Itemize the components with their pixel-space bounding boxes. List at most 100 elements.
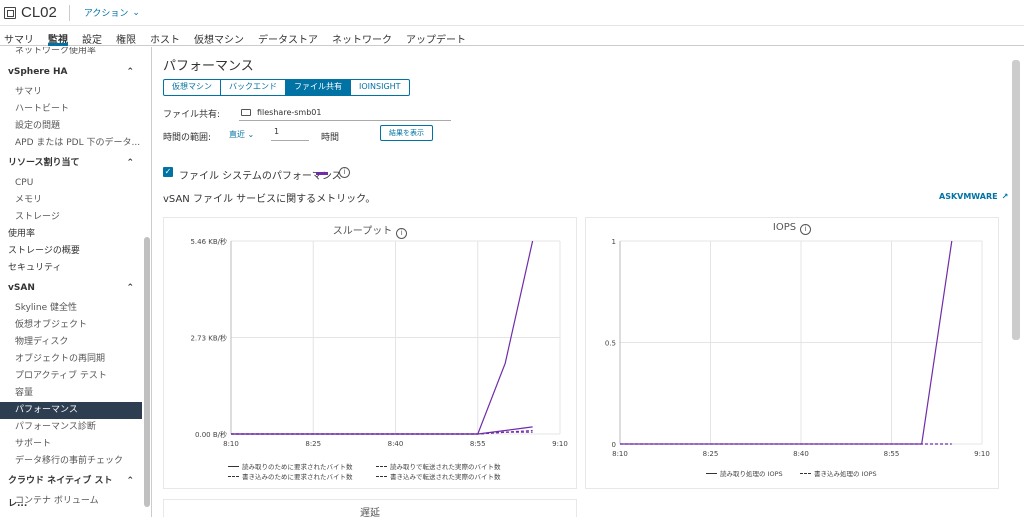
legend-label: 書き込みのために要求されたバイト数	[242, 473, 353, 481]
chevron-up-icon: ⌃	[126, 283, 134, 293]
page-object-title: CL02	[21, 4, 57, 21]
sidebar-item-skyline-health[interactable]: Skyline 健全性	[0, 300, 142, 317]
sidebar-item-ha-summary[interactable]: サマリ	[0, 84, 142, 101]
chevron-up-icon: ⌃	[126, 476, 134, 486]
sidebar-item-container-volumes[interactable]: コンテナ ボリューム	[0, 493, 142, 510]
sidebar-item-config-issues[interactable]: 設定の問題	[0, 118, 142, 135]
actions-label: アクション	[83, 9, 129, 19]
legend-item: 読み取りのために要求されたバイト数	[228, 461, 353, 471]
chevron-down-icon: ⌄	[247, 130, 255, 139]
y-tick-label: 0.00 B/秒	[195, 430, 227, 439]
sidebar-item-memory[interactable]: メモリ	[0, 192, 142, 209]
sidebar-item-performance-diagnostics[interactable]: パフォーマンス診断	[0, 419, 142, 436]
folder-icon	[241, 109, 251, 116]
legend-item: 読み取り処理の IOPS	[706, 468, 783, 478]
sidebar-item-performance[interactable]: パフォーマンス	[0, 402, 142, 419]
sidebar-group-label: vSphere HA	[8, 67, 68, 77]
sidebar-item-support[interactable]: サポート	[0, 436, 142, 453]
sidebar-group-vsan[interactable]: vSAN ⌃	[0, 277, 142, 300]
throughput-panel: スループット i 0.00 B/秒 2.73 KB/秒 5.46 KB/秒 8:10 8:…	[163, 217, 577, 489]
segment-backend[interactable]: バックエンド	[221, 80, 286, 95]
x-tick-label: 9:10	[552, 440, 568, 448]
page-title: パフォーマンス	[163, 59, 254, 74]
sidebar-group-vsphere-ha[interactable]: vSphere HA ⌃	[0, 61, 142, 84]
header-bar: CL02 アクション ⌄	[0, 0, 1024, 26]
sidebar-item-apd-pdl[interactable]: APD または PDL 下のデータ...	[0, 135, 142, 152]
tab-updates[interactable]: アップデート	[399, 26, 473, 46]
sidebar-scrollbar[interactable]	[144, 237, 150, 507]
time-range-unit: 時間	[321, 133, 340, 143]
info-icon[interactable]: i	[339, 167, 350, 178]
tab-datastores[interactable]: データストア	[251, 26, 325, 46]
sidebar-group-resources[interactable]: リソース割り当て ⌃	[0, 152, 142, 175]
legend-label: 読み取りのために要求されたバイト数	[242, 463, 353, 471]
segment-file-share[interactable]: ファイル共有	[286, 80, 351, 95]
time-range-dropdown[interactable]: 直近 ⌄	[229, 129, 254, 140]
external-link-icon: ↗	[1001, 192, 1009, 201]
legend-swatch-dashed	[376, 475, 387, 477]
fs-performance-checkbox[interactable]: ✓	[163, 167, 173, 177]
iops-chart: 0 0.5 1 8:10 8:25 8:40 8:55 9:10	[605, 238, 990, 458]
tab-permissions[interactable]: 権限	[109, 26, 143, 46]
y-tick-label: 2.73 KB/秒	[190, 334, 227, 343]
legend-item: 書き込みで転送された実際のバイト数	[376, 471, 501, 481]
x-tick-label: 8:55	[884, 450, 900, 458]
description-text: vSAN ファイル サービスに関するメトリック。	[163, 194, 376, 205]
x-tick-label: 9:10	[974, 450, 990, 458]
chevron-up-icon: ⌃	[126, 67, 134, 77]
tab-configure[interactable]: 設定	[75, 26, 109, 46]
legend-label: 書き込み処理の IOPS	[814, 470, 877, 478]
y-tick-label: 0	[612, 441, 616, 449]
legend-item: 書き込みのために要求されたバイト数	[228, 471, 353, 481]
throughput-chart: 0.00 B/秒 2.73 KB/秒 5.46 KB/秒 8:10 8:25 8:40 8:…	[190, 237, 568, 448]
legend-swatch-solid	[228, 465, 239, 467]
askvmware-label: ASKVMWARE	[939, 192, 998, 201]
sidebar-item-data-migration-precheck[interactable]: データ移行の事前チェック	[0, 453, 142, 470]
chevron-up-icon: ⌃	[126, 158, 134, 168]
main-content: パフォーマンス 仮想マシン バックエンド ファイル共有 IOINSIGHT ファ…	[153, 47, 1013, 517]
legend-label: 書き込みで転送された実際のバイト数	[390, 473, 501, 481]
actions-menu-button[interactable]: アクション ⌄	[83, 6, 140, 20]
sidebar-group-label: vSAN	[8, 283, 35, 293]
tab-monitor[interactable]: 監視	[41, 26, 75, 46]
show-results-button[interactable]: 結果を表示	[380, 125, 433, 141]
y-tick-label: 1	[612, 238, 616, 246]
latency-panel: 遅延	[163, 499, 577, 517]
sidebar-item-capacity[interactable]: 容量	[0, 385, 142, 402]
askvmware-link[interactable]: ASKVMWARE ↗	[939, 192, 1008, 201]
main-scrollbar[interactable]	[1012, 60, 1020, 340]
sidebar-item-storage-overview[interactable]: ストレージの概要	[0, 243, 142, 260]
sidebar-item-physical-disks[interactable]: 物理ディスク	[0, 334, 142, 351]
segment-ioinsight[interactable]: IOINSIGHT	[351, 80, 409, 95]
tab-vms[interactable]: 仮想マシン	[187, 26, 251, 46]
sidebar-item-utilization[interactable]: 使用率	[0, 226, 142, 243]
file-share-selector[interactable]: fileshare-smb01	[239, 105, 451, 121]
x-tick-label: 8:10	[223, 440, 239, 448]
file-share-value: fileshare-smb01	[257, 108, 322, 117]
legend-item: 読み取りで転送された実際のバイト数	[376, 461, 501, 471]
sidebar-item-proactive-tests[interactable]: プロアクティブ テスト	[0, 368, 142, 385]
sidebar-item-network-usage[interactable]: ネットワーク使用率	[0, 47, 142, 61]
legend-label: 読み取りで転送された実際のバイト数	[390, 463, 501, 471]
sidebar-item-storage[interactable]: ストレージ	[0, 209, 142, 226]
x-tick-label: 8:55	[470, 440, 486, 448]
legend-swatch-solid	[706, 472, 717, 474]
segment-vms[interactable]: 仮想マシン	[164, 80, 221, 95]
legend-item: 書き込み処理の IOPS	[800, 468, 877, 478]
sidebar-item-cpu[interactable]: CPU	[0, 175, 142, 192]
y-tick-label: 5.46 KB/秒	[190, 237, 227, 246]
sidebar-group-cloud-native[interactable]: クラウド ネイティブ ストレ... ⌃	[0, 470, 142, 509]
x-tick-label: 8:40	[793, 450, 809, 458]
main-tabs: サマリ 監視 設定 権限 ホスト 仮想マシン データストア ネットワーク アップ…	[0, 26, 1024, 46]
legend-swatch-dashed	[228, 475, 239, 477]
tab-hosts[interactable]: ホスト	[143, 26, 187, 46]
sidebar-item-heartbeat[interactable]: ハートビート	[0, 101, 142, 118]
tab-networks[interactable]: ネットワーク	[325, 26, 399, 46]
sidebar-item-security[interactable]: セキュリティ	[0, 260, 142, 277]
legend-swatch-dashed	[376, 465, 387, 467]
time-range-number-input[interactable]: 1	[271, 127, 309, 141]
sidebar-item-resync-objects[interactable]: オブジェクトの再同期	[0, 351, 142, 368]
tab-summary[interactable]: サマリ	[0, 26, 41, 46]
latency-title: 遅延	[360, 508, 380, 517]
sidebar-item-virtual-objects[interactable]: 仮想オブジェクト	[0, 317, 142, 334]
